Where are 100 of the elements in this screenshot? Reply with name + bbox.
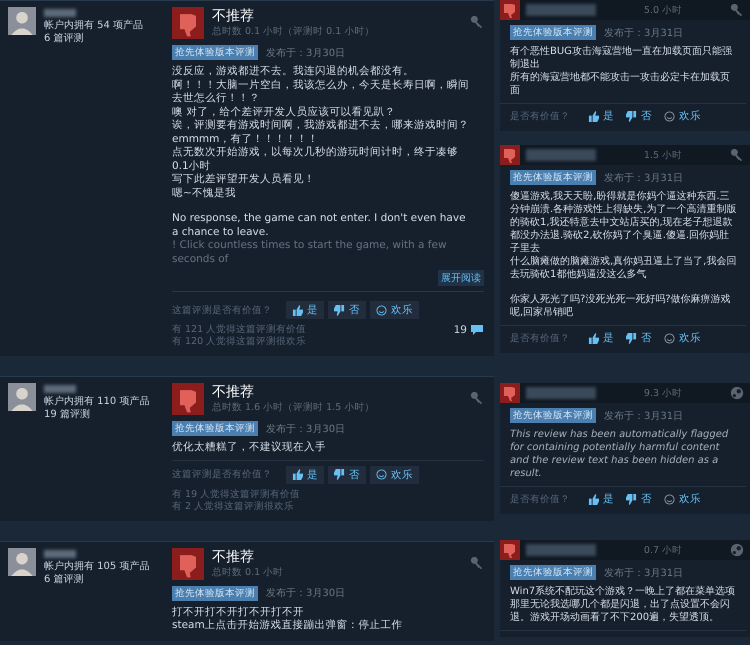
verdict-title: 不推荐 [212, 383, 255, 401]
review-text: 诶，评测要有游戏时间啊，我游戏都进不去，哪来游戏时间？ [172, 119, 469, 132]
early-access-tag: 抢先体验版本评测 [172, 586, 258, 600]
comment-count[interactable]: 19 [454, 324, 484, 336]
smiley-icon [664, 332, 675, 344]
redacted-name [44, 9, 76, 17]
no-button[interactable]: 否 [622, 329, 656, 347]
review-count: 6 篇评测 [44, 32, 85, 45]
review-text: 啊！！！大脑一片空白，我该怎么办，今天是长寿日啊，瞬间去世怎么行！！？ [172, 78, 470, 106]
smiley-icon [376, 469, 387, 480]
funny-button[interactable]: 欢乐 [660, 329, 705, 347]
posted-date: 发布于：3月31日 [604, 26, 684, 40]
verdict-title: 不推荐 [212, 7, 255, 25]
funny-button[interactable]: 欢乐 [370, 466, 419, 484]
posted-date: 发布于：3月31日 [604, 172, 684, 184]
steam-icon [730, 543, 744, 557]
key-icon [730, 148, 744, 162]
review-text: 点无数次开始游戏，以每次几秒的游玩时间计时，终于凑够0.1小时 [172, 146, 459, 173]
review-text: 没反应，游戏都进不去。我连闪退的机会都没有。 [172, 65, 414, 78]
early-access-tag: 抢先体验版本评测 [510, 25, 596, 40]
early-access-tag: 抢先体验版本评测 [510, 408, 596, 423]
redacted-name [526, 387, 596, 399]
review-text: This review has been automatically flagged for containing potentially harmful content and the review text has been hidden as a result. [510, 428, 730, 480]
thumbs-up-icon [588, 494, 599, 504]
verdict-title: 不推荐 [212, 548, 255, 566]
funny-button[interactable]: 欢乐 [660, 490, 705, 508]
helpful-question: 这篇评测是否有价值？ [172, 468, 272, 481]
review-text: 写下此差评望开发人员看见！ [172, 173, 315, 186]
redacted-name [526, 4, 596, 16]
smiley-icon [664, 110, 675, 122]
playtime: 总时数 0.1 小时 [212, 566, 284, 578]
key-icon [470, 556, 484, 570]
thumbs-down-icon [626, 110, 637, 122]
early-access-tag: 抢先体验版本评测 [172, 421, 258, 436]
review-text: 你家人死光了吗?没死光死一死好吗?做你麻痹游戏呢,回家吊销吧 [510, 293, 732, 319]
no-button[interactable]: 否 [328, 301, 366, 319]
redacted-name [526, 149, 596, 161]
yes-button[interactable]: 是 [584, 329, 618, 347]
yes-button[interactable]: 是 [286, 466, 324, 484]
yes-button[interactable]: 是 [286, 301, 324, 319]
helpful-count: 有 2 人觉得这篇评测很欢乐 [172, 500, 294, 512]
helpful-count: 有 19 人觉得这篇评测有价值 [172, 488, 300, 500]
owned-products: 帐户内拥有 110 项产品 [44, 395, 150, 408]
redacted-name [44, 550, 76, 558]
smiley-icon [664, 494, 675, 504]
funny-button[interactable]: 欢乐 [370, 301, 419, 319]
thumbs-down-icon [334, 469, 345, 480]
no-button[interactable]: 否 [622, 490, 656, 508]
thumbs-up-icon [588, 332, 599, 344]
posted-date: 发布于：3月30日 [266, 422, 346, 436]
review-text: 傻逼游戏,我天天盼,盼得就是你妈个逼这种东西.三分钟崩溃.各种游戏性上得缺失,为了一个高清重制版的骑砍1,我还特意去中文站店买的,现在老子想退款都没办法退.骑砍2,砍你妈了个臭逼.傻逼.回你妈肚子里去 [510, 190, 738, 255]
early-access-tag: 抢先体验版本评测 [510, 565, 596, 580]
key-icon [730, 3, 744, 17]
review-text: 嗯~不愧是我 [172, 186, 236, 200]
yes-button[interactable]: 是 [584, 107, 618, 125]
key-icon [470, 15, 484, 29]
posted-date: 发布于：3月31日 [604, 566, 684, 580]
playtime: 1.5 小时 [642, 148, 684, 162]
owned-products: 帐户内拥有 54 项产品 [44, 19, 144, 32]
steam-icon [730, 386, 744, 400]
comment-icon [470, 324, 484, 336]
review-text: 噢 对了，给个差评开发人员应该可以看见趴？ [172, 106, 396, 119]
review-text: No response, the game can not enter. I don't even have a chance to leave. [172, 212, 467, 239]
posted-date: 发布于：3月31日 [604, 410, 684, 422]
early-access-tag: 抢先体验版本评测 [172, 45, 258, 60]
thumbs-up-icon [292, 469, 303, 480]
early-access-tag: 抢先体验版本评测 [510, 170, 596, 185]
review-text: 什么脑瘫做的脑瘫游戏,真你妈丑逼上了当了,我会回去玩骑砍1都他妈逼没这么多气 [510, 255, 738, 281]
thumbs-up-icon [292, 304, 303, 316]
review-count: 6 篇评测 [44, 572, 85, 586]
helpful-count: 有 120 人觉得这篇评测很欢乐 [172, 336, 306, 348]
review-text: 所有的海寇营地都不能攻击一攻击必定卡在加载页面 [510, 71, 731, 97]
helpful-count: 有 121 人觉得这篇评测有价值 [172, 324, 306, 336]
expand-link[interactable]: 展开阅读 [438, 270, 484, 286]
posted-date: 发布于：3月30日 [266, 46, 346, 60]
thumbs-down-icon [626, 494, 637, 504]
playtime: 0.7 小时 [642, 544, 684, 556]
yes-button[interactable]: 是 [584, 490, 618, 508]
helpful-question: 这篇评测是否有价值？ [172, 304, 272, 316]
smiley-icon [376, 304, 387, 316]
playtime: 总时数 0.1 小时（评测时 0.1 小时） [212, 25, 376, 38]
no-button[interactable]: 否 [622, 107, 656, 125]
no-button[interactable]: 否 [328, 466, 366, 484]
owned-products: 帐户内拥有 105 项产品 [44, 560, 150, 572]
avatar[interactable] [8, 548, 36, 576]
review-text: ! Click countless times to start the game, with a few seconds of [172, 239, 448, 266]
key-icon [470, 391, 484, 405]
posted-date: 发布于：3月30日 [266, 587, 346, 600]
funny-button[interactable]: 欢乐 [660, 107, 705, 125]
avatar[interactable] [8, 383, 36, 411]
playtime: 总时数 1.6 小时（评测时 1.5 小时） [212, 401, 376, 414]
review-text: 有个恶性BUG攻击海寇营地一直在加载页面只能强制退出 [510, 45, 733, 71]
thumbs-up-icon [588, 110, 599, 122]
playtime: 9.3 小时 [642, 386, 684, 400]
playtime: 5.0 小时 [642, 4, 684, 16]
review-text: steam上点击开始游戏直接蹦出弹窗：停止工作 [172, 619, 403, 632]
review-text: emmmm，有了！！！！！！ [172, 132, 318, 146]
avatar[interactable] [8, 7, 36, 35]
review-text: 优化太糟糕了，不建议现在入手 [172, 441, 326, 454]
helpful-question: 是否有价值？ [510, 110, 570, 122]
